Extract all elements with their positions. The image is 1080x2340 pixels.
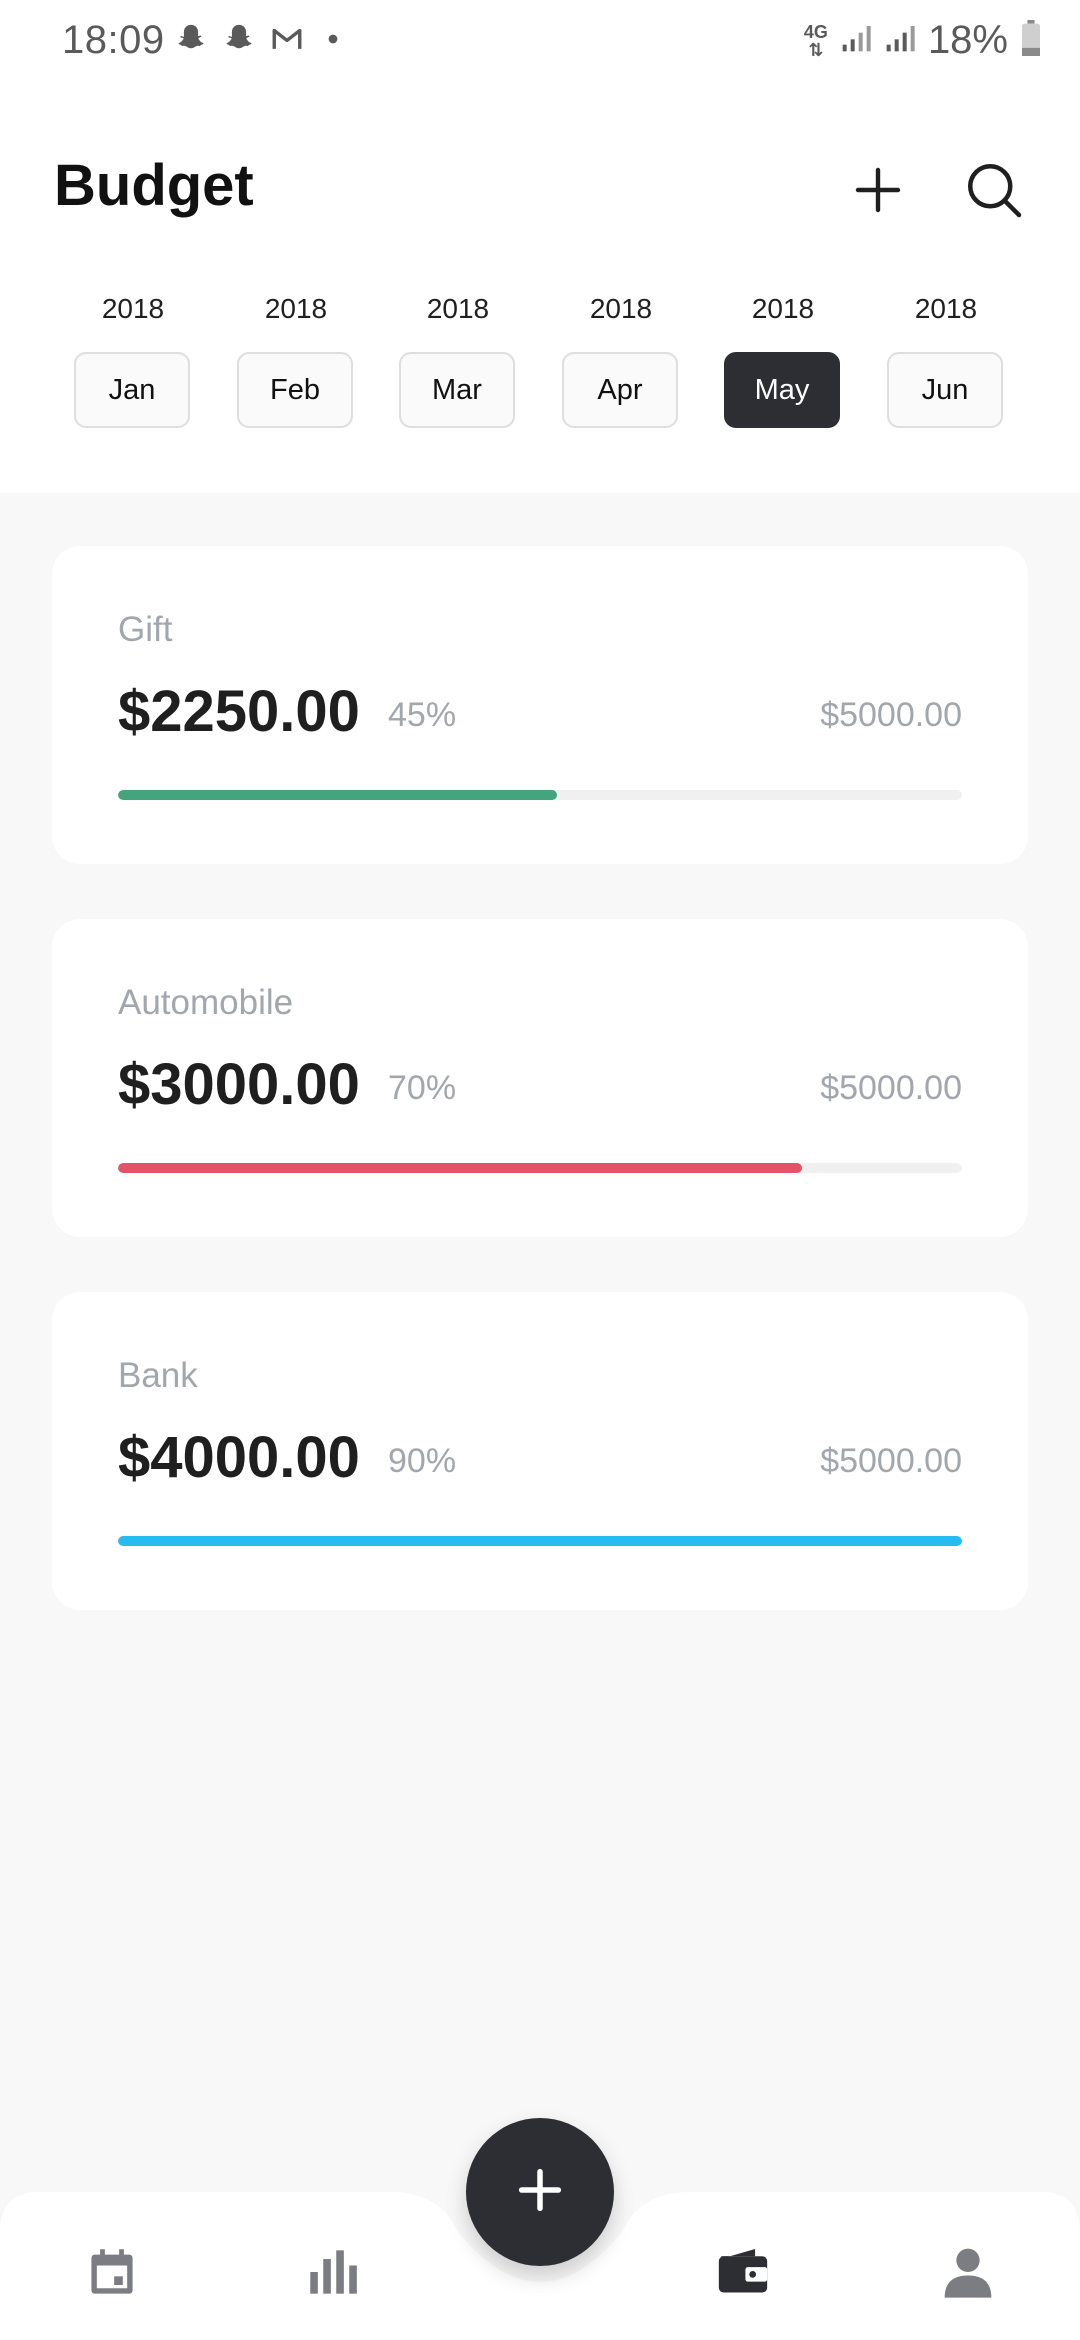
bar-chart-icon — [307, 2246, 359, 2303]
budget-total: $5000.00 — [820, 696, 962, 734]
search-icon — [964, 160, 1024, 225]
status-time: 18:09 — [62, 18, 165, 62]
month-chip[interactable]: Apr — [562, 352, 678, 428]
month-year: 2018 — [426, 293, 490, 324]
month-apr[interactable]: 2018 Apr — [560, 285, 682, 435]
budget-category: Bank — [118, 1356, 198, 1395]
month-may[interactable]: 2018 May — [722, 285, 844, 435]
snapchat-icon — [222, 22, 256, 61]
progress-fill — [118, 1163, 802, 1173]
nav-statistics[interactable] — [293, 2234, 373, 2314]
status-bar: 18:09 4G ⇅ 18% — [0, 0, 1080, 84]
budget-spent-amount: $3000.00 — [118, 1052, 360, 1117]
month-chip[interactable]: Mar — [399, 352, 515, 428]
budget-category: Automobile — [118, 983, 294, 1022]
month-year: 2018 — [101, 293, 165, 324]
calendar-icon — [86, 2246, 138, 2303]
notification-icons — [174, 22, 348, 61]
battery-icon — [1020, 20, 1042, 61]
budget-spent-amount: $4000.00 — [118, 1425, 360, 1490]
dot-icon — [318, 22, 348, 61]
add-budget-button[interactable] — [846, 160, 910, 224]
month-year: 2018 — [589, 293, 653, 324]
top-area: 18:09 4G ⇅ 18% Budget 2018 Jan 2018 Feb … — [0, 0, 1080, 493]
month-mar[interactable]: 2018 Mar — [397, 285, 519, 435]
budget-spent-amount: $2250.00 — [118, 679, 360, 744]
nav-calendar[interactable] — [72, 2234, 152, 2314]
add-transaction-fab[interactable] — [466, 2118, 614, 2266]
battery-percent: 18% — [927, 18, 1008, 62]
signal-icon — [884, 22, 916, 59]
month-year: 2018 — [751, 293, 815, 324]
month-chip[interactable]: Feb — [237, 352, 353, 428]
plus-icon — [518, 2168, 562, 2217]
month-chip[interactable]: Jun — [887, 352, 1003, 428]
profile-icon — [940, 2244, 996, 2305]
budget-card[interactable]: Automobile $3000.00 70% $5000.00 — [52, 919, 1028, 1237]
budget-card[interactable]: Gift $2250.00 45% $5000.00 — [52, 546, 1028, 864]
month-jun[interactable]: 2018 Jun — [885, 285, 1007, 435]
progress-fill — [118, 790, 557, 800]
wallet-icon — [714, 2243, 772, 2306]
budget-percent: 45% — [388, 696, 457, 734]
month-jan[interactable]: 2018 Jan — [72, 285, 194, 435]
budget-total: $5000.00 — [820, 1442, 962, 1480]
snapchat-icon — [174, 22, 208, 61]
network-type: 4G ⇅ — [803, 21, 828, 60]
budget-card[interactable]: Bank $4000.00 90% $5000.00 — [52, 1292, 1028, 1610]
month-chip[interactable]: May — [724, 352, 840, 428]
budget-percent: 70% — [388, 1069, 457, 1107]
budget-category: Gift — [118, 610, 173, 649]
signal-icon — [840, 22, 872, 59]
nav-profile[interactable] — [928, 2234, 1008, 2314]
month-year: 2018 — [264, 293, 328, 324]
month-chip[interactable]: Jan — [74, 352, 190, 428]
nav-wallet[interactable] — [703, 2234, 783, 2314]
month-selector: 2018 Jan 2018 Feb 2018 Mar 2018 Apr 2018… — [0, 285, 1080, 435]
plus-icon — [854, 166, 902, 219]
progress-track — [118, 1536, 962, 1546]
system-icons: 4G ⇅ 18% — [804, 18, 1042, 63]
progress-track — [118, 1163, 962, 1173]
month-year: 2018 — [914, 293, 978, 324]
budget-total: $5000.00 — [820, 1069, 962, 1107]
progress-track — [118, 790, 962, 800]
gmail-icon — [270, 22, 304, 61]
page-title: Budget — [54, 153, 254, 218]
search-button[interactable] — [962, 160, 1026, 224]
progress-fill — [118, 1536, 962, 1546]
budget-percent: 90% — [388, 1442, 457, 1480]
month-feb[interactable]: 2018 Feb — [235, 285, 357, 435]
